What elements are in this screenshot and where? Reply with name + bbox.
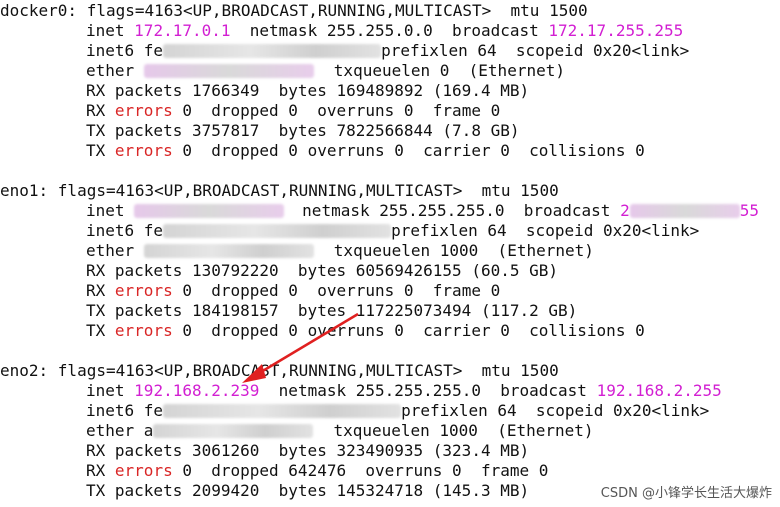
csdn-watermark: CSDN @小锋学长生活大爆炸 [600,486,772,501]
arrow-shaft [255,312,359,377]
annotation-arrow [242,312,359,383]
arrow-head [242,364,266,383]
